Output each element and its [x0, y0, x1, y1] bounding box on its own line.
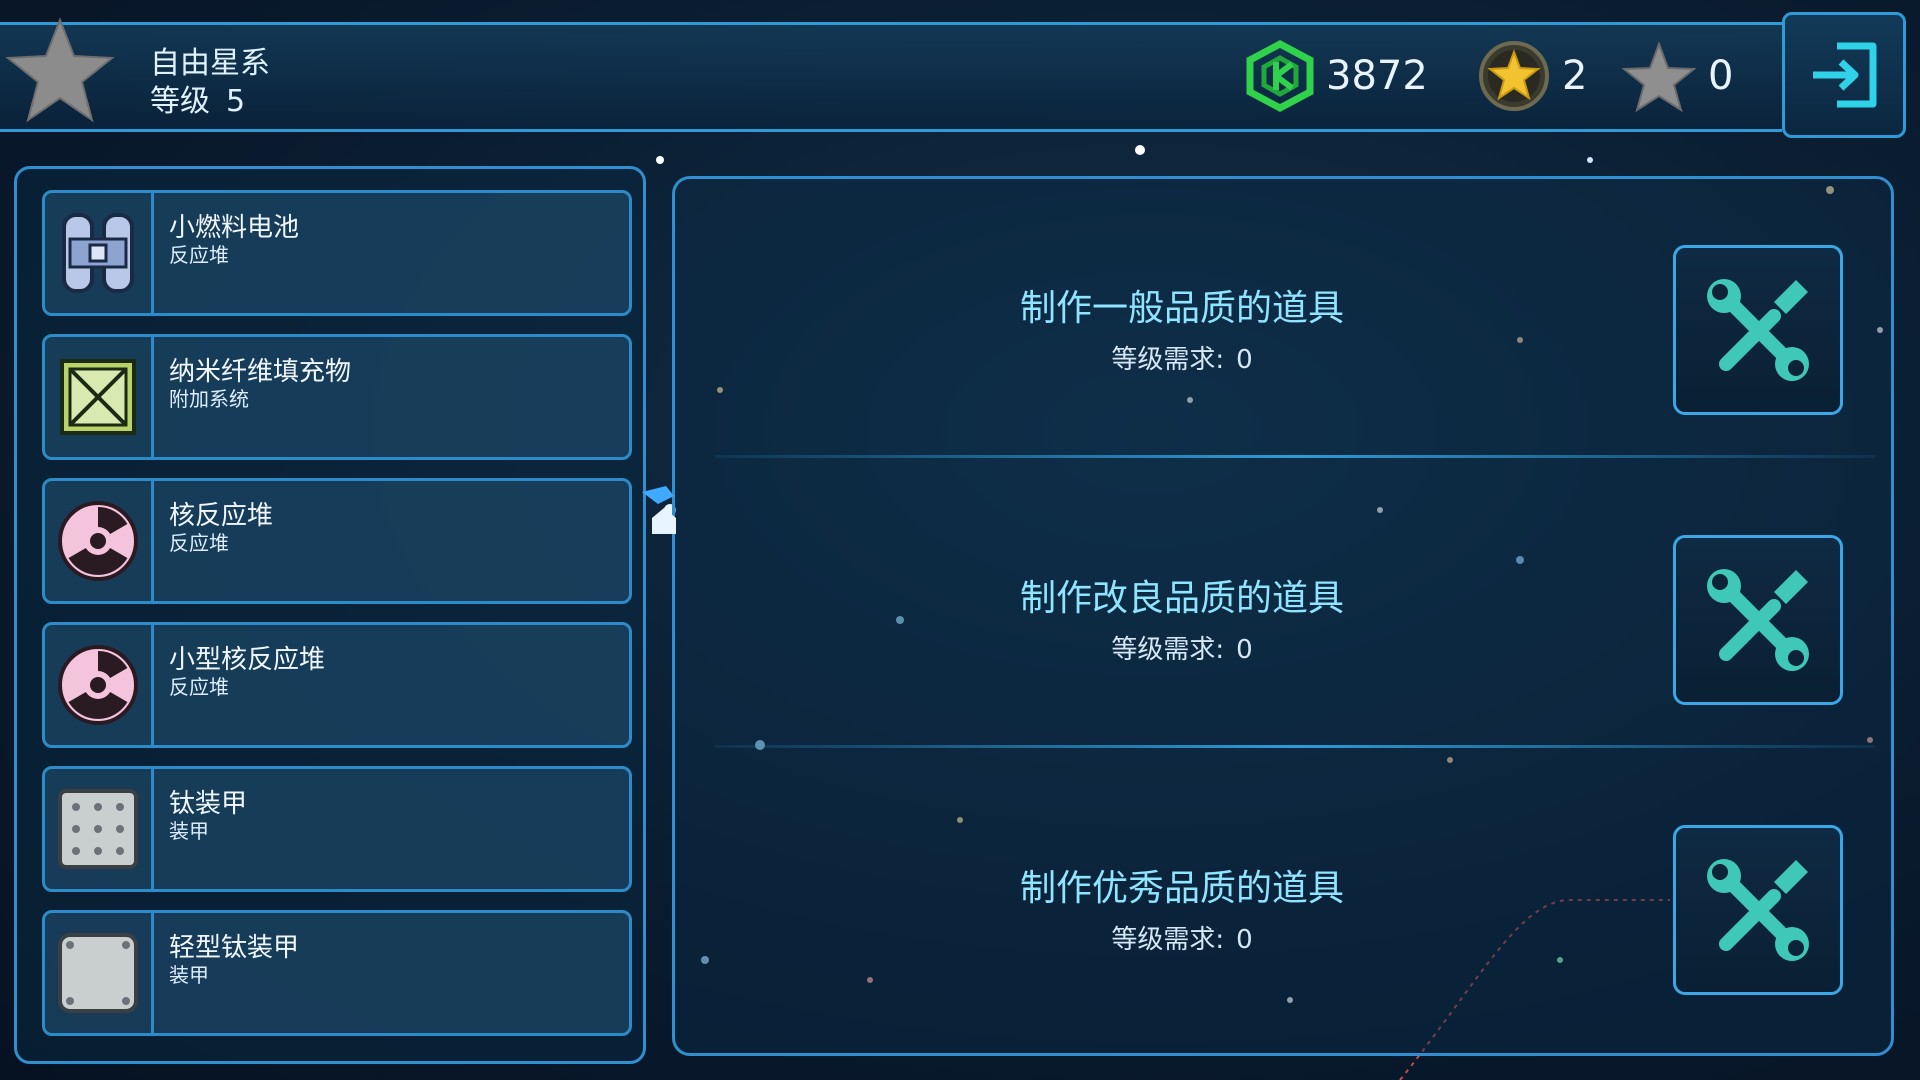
radiation-icon	[58, 645, 138, 725]
requirement-value: 0	[1236, 635, 1253, 665]
item-icon-box	[45, 193, 154, 313]
level-label: 等级	[150, 84, 210, 119]
list-item-nuclear-reactor[interactable]: 核反应堆 反应堆	[42, 478, 632, 604]
list-item-small-nuclear-reactor[interactable]: 小型核反应堆 反应堆	[42, 622, 632, 748]
craft-improved-button[interactable]	[1673, 535, 1843, 705]
system-level: 等级 5	[150, 76, 245, 120]
gold-star-value: 2	[1562, 53, 1588, 99]
wrench-screwdriver-icon	[1707, 279, 1809, 381]
requirement-value: 0	[1236, 925, 1253, 955]
currency-value: 3872	[1326, 53, 1428, 99]
ship-marker-icon	[642, 486, 676, 534]
craft-option-improved: 制作改良品质的道具 等级需求: 0	[675, 469, 1891, 759]
craft-option-excellent: 制作优秀品质的道具 等级需求: 0	[675, 759, 1891, 1049]
item-icon-box	[45, 769, 154, 889]
wrench-screwdriver-icon	[1707, 859, 1809, 961]
item-icon-box	[45, 625, 154, 745]
list-item-small-fuel-cell[interactable]: 小燃料电池 反应堆	[42, 190, 632, 316]
item-category: 装甲	[169, 963, 209, 987]
list-item-nanofiber-filler[interactable]: 纳米纤维填充物 附加系统	[42, 334, 632, 460]
requirement-label: 等级需求:	[1111, 925, 1225, 955]
item-icon-box	[45, 913, 154, 1033]
item-icon-box	[45, 481, 154, 601]
item-category: 附加系统	[169, 387, 249, 411]
armor-plate-icon	[58, 789, 138, 869]
level-value: 5	[226, 84, 246, 119]
list-item-light-titanium-armor[interactable]: 轻型钛装甲 装甲	[42, 910, 632, 1036]
gold-star-medal-icon	[1479, 41, 1549, 111]
item-category: 反应堆	[169, 243, 229, 267]
hex-credit-icon	[1246, 40, 1314, 112]
list-item-titanium-armor[interactable]: 钛装甲 装甲	[42, 766, 632, 892]
exit-icon	[1813, 42, 1877, 108]
requirement-label: 等级需求:	[1111, 635, 1225, 665]
craft-title: 制作一般品质的道具	[1019, 288, 1344, 329]
item-category: 装甲	[169, 819, 209, 843]
crafting-panel: 制作一般品质的道具 等级需求: 0 制作改良品质的道具 等级需求: 0 制作优秀…	[672, 176, 1894, 1056]
craft-normal-button[interactable]	[1673, 245, 1843, 415]
requirement-value: 0	[1236, 345, 1253, 375]
star-icon	[1622, 41, 1696, 112]
fuel-cell-icon	[62, 213, 134, 293]
wrench-screwdriver-icon	[1707, 569, 1809, 671]
craft-excellent-button[interactable]	[1673, 825, 1843, 995]
gold-star-display: 2	[1478, 41, 1588, 111]
craft-requirement: 等级需求: 0	[675, 339, 1689, 376]
craft-title: 制作改良品质的道具	[1019, 578, 1344, 619]
section-divider	[715, 455, 1875, 458]
star-display: 0	[1622, 41, 1734, 112]
light-armor-plate-icon	[58, 933, 138, 1013]
currency-display: 3872	[1246, 40, 1428, 112]
requirement-label: 等级需求:	[1111, 345, 1225, 375]
nanofiber-crate-icon	[60, 359, 136, 435]
craft-title: 制作优秀品质的道具	[1019, 868, 1344, 909]
rank-star-icon	[5, 17, 115, 123]
item-category: 反应堆	[169, 675, 229, 699]
star-value: 0	[1708, 53, 1734, 99]
craft-option-normal: 制作一般品质的道具 等级需求: 0	[675, 179, 1891, 469]
craft-requirement: 等级需求: 0	[675, 919, 1689, 956]
craft-requirement: 等级需求: 0	[675, 629, 1689, 666]
item-icon-box	[45, 337, 154, 457]
item-category: 反应堆	[169, 531, 229, 555]
radiation-icon	[58, 501, 138, 581]
exit-button[interactable]	[1782, 12, 1906, 138]
section-divider	[715, 745, 1875, 748]
